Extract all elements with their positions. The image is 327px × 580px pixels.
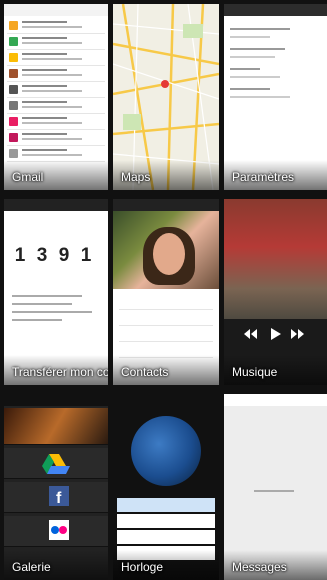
list-item: [7, 82, 105, 98]
list-item: [119, 295, 213, 310]
settings-card[interactable]: Paramètres: [224, 4, 327, 190]
card-label-maps: Maps: [121, 170, 151, 184]
contacts-header: [113, 199, 219, 211]
pin-digits: 1 3 9 1: [14, 245, 92, 266]
messages-header: [224, 394, 327, 406]
messages-card[interactable]: Messages: [224, 394, 327, 580]
card-label-clock: Horloge: [121, 560, 164, 574]
contacts-card[interactable]: Contacts: [113, 199, 219, 385]
flickr-icon: [49, 520, 69, 540]
card-label-gallery: Galerie: [12, 560, 51, 574]
clock-header: [113, 394, 219, 406]
facebook-icon: f: [49, 486, 69, 507]
card-label-transfer: Transférer mon co...: [12, 365, 108, 379]
list-item: [7, 34, 105, 50]
contact-photo: [113, 211, 219, 289]
list-item: [119, 311, 213, 326]
list-item: [7, 18, 105, 34]
gmail-header: [4, 4, 108, 16]
list-item: [7, 66, 105, 82]
list-item: [7, 50, 105, 66]
gmail-card[interactable]: Gmail: [4, 4, 108, 190]
maps-card[interactable]: Maps: [113, 4, 219, 190]
card-label-music: Musique: [232, 365, 278, 379]
recent-apps-grid: Gmail Maps Paramètres 1 3 9 1 Transférer…: [0, 0, 327, 580]
world-globe: [131, 416, 201, 486]
list-item: [7, 130, 105, 146]
list-item: [7, 98, 105, 114]
clock-card[interactable]: Horloge: [113, 394, 219, 580]
card-label-messages: Messages: [232, 560, 287, 574]
svg-text:f: f: [56, 490, 62, 507]
settings-header: [224, 4, 327, 16]
album-art: [224, 199, 327, 319]
card-label-settings: Paramètres: [232, 170, 295, 184]
card-label-contacts: Contacts: [121, 365, 169, 379]
gallery-header: [4, 394, 108, 406]
play-controls-icons: [244, 328, 304, 340]
drive-icon: [42, 454, 70, 474]
list-item: [119, 327, 213, 342]
transfer-card[interactable]: 1 3 9 1 Transférer mon co...: [4, 199, 108, 385]
transfer-header: [4, 199, 108, 211]
music-card[interactable]: Musique: [224, 199, 327, 385]
gallery-card[interactable]: f Galerie: [4, 394, 108, 580]
list-item: [7, 114, 105, 130]
card-label-gmail: Gmail: [12, 170, 44, 184]
